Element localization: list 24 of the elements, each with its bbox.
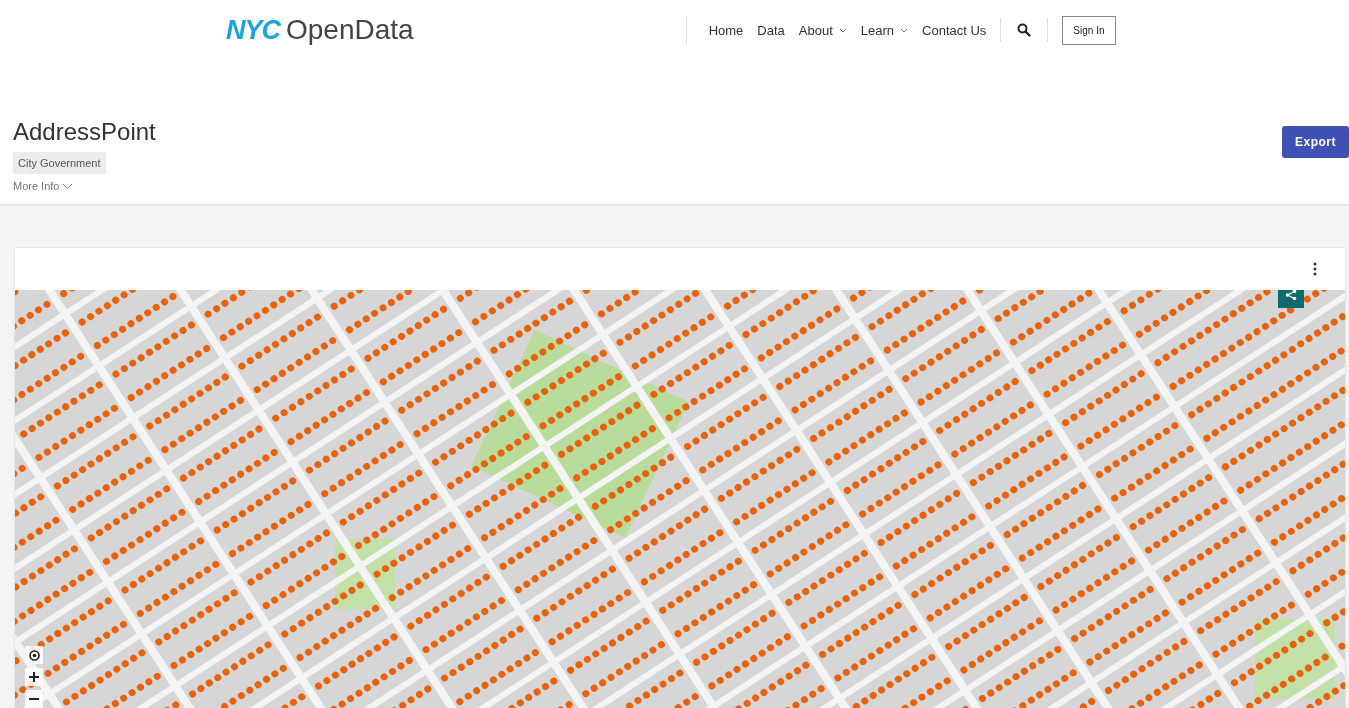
nav-link[interactable]: Data (757, 22, 785, 38)
more-info-link[interactable]: More Info (13, 180, 74, 192)
export-button[interactable]: Export (1282, 126, 1349, 158)
search-icon (1017, 23, 1032, 37)
nav-link[interactable]: Contact Us (922, 22, 987, 38)
sign-in-button[interactable]: Sign In (1062, 15, 1116, 45)
chevron-down-icon (62, 182, 74, 190)
zoom-out-button[interactable] (25, 690, 43, 708)
nav-link[interactable]: About (798, 22, 847, 38)
share-icon (1285, 290, 1297, 301)
nav-link[interactable]: Home (708, 22, 744, 38)
vertical-dots-icon (1313, 262, 1317, 276)
site-logo[interactable]: NYC OpenData (226, 14, 414, 46)
chevron-down-icon (900, 27, 909, 33)
plus-icon (29, 672, 39, 682)
category-tag[interactable]: City Government (13, 152, 106, 174)
target-icon (27, 648, 41, 662)
chevron-down-icon (838, 27, 847, 33)
more-options-button[interactable] (1311, 260, 1319, 278)
locate-button[interactable] (25, 646, 43, 664)
zoom-in-button[interactable] (25, 668, 43, 686)
dataset-title: AddressPoint (13, 118, 156, 146)
nav-link[interactable]: Learn (860, 22, 909, 38)
search-button[interactable] (1015, 21, 1034, 39)
